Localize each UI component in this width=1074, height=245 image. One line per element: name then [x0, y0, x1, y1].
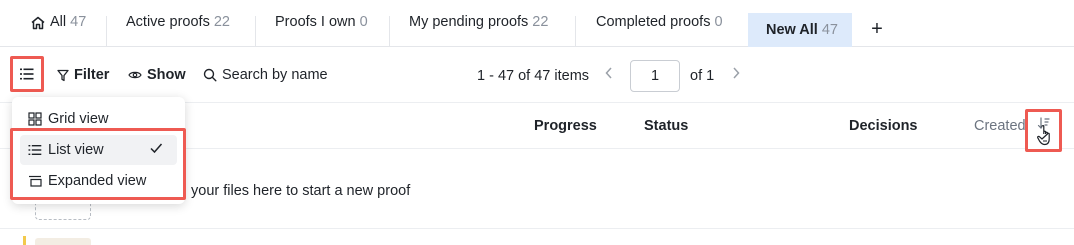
eye-icon [128, 71, 142, 79]
filter-icon [57, 69, 69, 81]
tab-all[interactable]: All 47 [30, 14, 86, 48]
tab-count: 0 [359, 14, 368, 30]
column-header-decisions[interactable]: Decisions [849, 118, 918, 134]
pagination-summary: 1 - 47 of 47 items [477, 68, 590, 84]
filter-button[interactable]: Filter [57, 67, 109, 83]
tab-divider [389, 16, 390, 46]
menu-item-label: Grid view [48, 111, 109, 127]
tab-count: 47 [821, 22, 838, 38]
menu-item-list-view[interactable]: List view [20, 135, 177, 165]
menu-item-grid-view[interactable]: Grid view [12, 104, 185, 134]
search-box[interactable]: Search by name [203, 67, 328, 83]
list-icon [28, 145, 42, 155]
row-status-accent [23, 236, 26, 245]
menu-item-label: Expanded view [48, 173, 147, 189]
next-page-button[interactable] [731, 65, 749, 85]
tab-proofs-i-own[interactable]: Proofs I own 0 [275, 14, 368, 48]
sort-button[interactable] [1025, 109, 1062, 152]
home-icon [31, 16, 45, 30]
row-divider [0, 228, 1074, 229]
tab-completed-proofs[interactable]: Completed proofs 0 [596, 14, 723, 48]
filter-label: Filter [74, 67, 110, 83]
tab-label: All [50, 14, 67, 30]
page-number-input[interactable] [630, 60, 680, 92]
page-total: of 1 [690, 68, 715, 84]
proof-thumbnail[interactable] [35, 238, 91, 245]
menu-item-label: List view [48, 142, 104, 158]
expanded-view-icon [29, 175, 42, 187]
tab-count: 47 [70, 14, 87, 30]
tab-divider [106, 16, 107, 46]
tab-label: Active proofs [126, 14, 210, 30]
pointer-hand-icon [1037, 125, 1050, 146]
tab-count: 22 [213, 14, 230, 30]
show-button[interactable]: Show [128, 67, 186, 83]
tab-active-proofs[interactable]: Active proofs 22 [126, 14, 230, 48]
tab-my-pending-proofs[interactable]: My pending proofs 22 [409, 14, 548, 48]
tab-label: Completed proofs [596, 14, 711, 30]
checkmark-icon [150, 143, 163, 154]
tab-new-all[interactable]: New All 47 [748, 13, 852, 47]
search-icon [203, 68, 217, 82]
show-label: Show [147, 67, 186, 83]
list-icon [20, 68, 34, 80]
previous-page-button[interactable] [604, 65, 622, 85]
search-placeholder: Search by name [222, 67, 328, 83]
column-header-status[interactable]: Status [644, 118, 688, 134]
grid-icon [28, 112, 42, 126]
tab-label: New All [766, 22, 818, 38]
tab-divider [255, 16, 256, 46]
tab-count: 0 [714, 14, 723, 30]
menu-item-expanded-view[interactable]: Expanded view [12, 166, 185, 196]
column-header-progress[interactable]: Progress [534, 118, 597, 134]
drop-zone-text: your files here to start a new proof [191, 183, 411, 199]
tab-divider [575, 16, 576, 46]
chevron-right-icon [733, 67, 740, 79]
view-mode-button[interactable] [10, 56, 44, 92]
tab-count: 22 [532, 14, 549, 30]
add-tab-button[interactable]: + [864, 17, 890, 43]
toolbar: Filter Show Search by name 1 - 47 of 47 … [0, 47, 1074, 103]
view-mode-menu: Grid view List view Expanded view [12, 97, 185, 204]
tab-label: Proofs I own [275, 14, 356, 30]
tab-label: My pending proofs [409, 14, 529, 30]
column-header-created[interactable]: Created [974, 118, 1026, 134]
chevron-left-icon [605, 67, 612, 79]
tab-bar: All 47 Active proofs 22 Proofs I own 0 My p… [0, 0, 1074, 47]
